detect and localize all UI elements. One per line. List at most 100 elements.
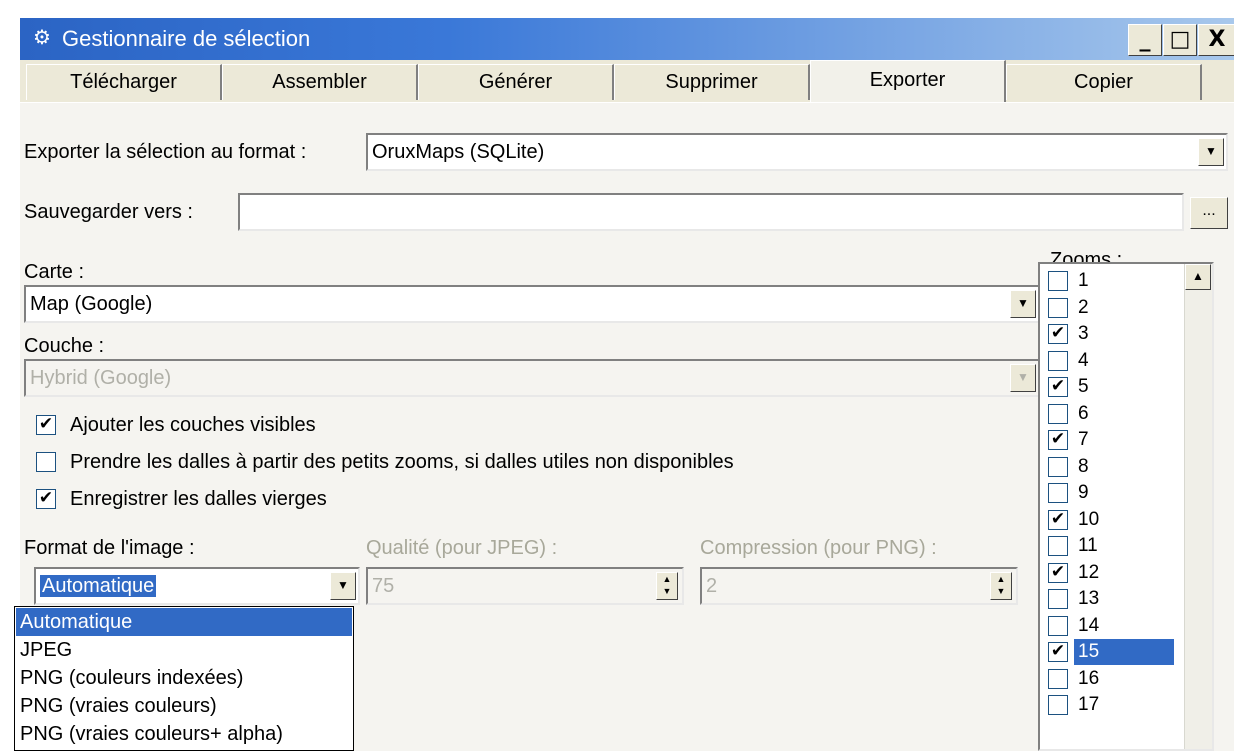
zoom-checkbox[interactable] [1048, 350, 1068, 371]
zoom-row[interactable]: 4 [1040, 348, 1174, 374]
option-checkbox-petits-zooms[interactable] [36, 452, 56, 472]
image-format-value: Automatique [40, 575, 157, 597]
dropdown-option-png-indexees[interactable]: PNG (couleurs indexées) [16, 664, 352, 692]
zoom-row[interactable]: 17 [1040, 692, 1174, 718]
export-format-dropdown-arrow[interactable]: ▼ [1198, 138, 1224, 166]
couche-value: Hybrid (Google) [30, 367, 172, 389]
zoom-level-label: 4 [1078, 349, 1089, 371]
zoom-checkbox[interactable]: ✔ [1048, 509, 1068, 530]
zoom-row[interactable]: 16 [1040, 666, 1174, 692]
zoom-row[interactable]: 2 [1040, 295, 1174, 321]
scroll-up-arrow[interactable]: ▲ [1185, 264, 1211, 290]
image-format-dropdown-arrow[interactable]: ▼ [330, 572, 356, 600]
option-checkbox-ajouter-couches[interactable]: ✔ [36, 415, 56, 435]
zoom-level-label: 7 [1078, 429, 1089, 450]
export-format-value: OruxMaps (SQLite) [372, 141, 545, 163]
zoom-level-label: 15 [1074, 639, 1174, 665]
zoom-checkbox[interactable] [1048, 615, 1068, 636]
compression-label: Compression (pour PNG) : [700, 537, 937, 559]
zoom-level-label: 10 [1078, 508, 1100, 530]
tab-supprimer[interactable]: Supprimer [614, 64, 810, 100]
tab-telecharger[interactable]: Télécharger [26, 64, 222, 100]
zoom-checkbox[interactable]: ✔ [1048, 430, 1068, 450]
carte-select[interactable]: Map (Google) [24, 285, 1040, 323]
zoom-row[interactable]: ✔ 7 [1040, 427, 1174, 453]
tab-generer[interactable]: Générer [418, 64, 614, 100]
tab-exporter[interactable]: Exporter [810, 60, 1006, 102]
zoom-level-label: 5 [1078, 376, 1089, 397]
zoom-level-label: 13 [1078, 588, 1100, 609]
zoom-checkbox[interactable] [1048, 483, 1068, 503]
zoom-checkbox[interactable] [1048, 271, 1068, 291]
couche-dropdown-arrow: ▼ [1010, 364, 1036, 392]
compression-spinner: ▲ ▼ [990, 572, 1012, 600]
zoom-level-label: 2 [1078, 296, 1089, 318]
zoom-scrollbar[interactable]: ▲ [1184, 264, 1212, 749]
zoom-row[interactable]: 11 [1040, 533, 1174, 559]
zoom-row[interactable]: ✔ 5 [1040, 374, 1174, 400]
app-gear-icon: ⚙ [33, 27, 51, 49]
zoom-row[interactable]: 14 [1040, 613, 1174, 639]
close-button[interactable]: X [1198, 24, 1234, 56]
zoom-level-label: 14 [1078, 614, 1100, 636]
image-format-label: Format de l'image : [24, 537, 195, 559]
zoom-checkbox[interactable] [1048, 589, 1068, 609]
export-format-select[interactable]: OruxMaps (SQLite) [366, 133, 1228, 171]
zoom-row[interactable]: 6 [1040, 401, 1174, 427]
compression-input: 2 [700, 567, 1018, 605]
zoom-checkbox[interactable]: ✔ [1048, 562, 1068, 583]
zoom-checkbox[interactable] [1048, 297, 1068, 318]
zoom-level-label: 3 [1078, 323, 1089, 344]
tab-bar: Télécharger Assembler Générer Supprimer … [20, 60, 1234, 102]
title-bar[interactable]: ⚙ Gestionnaire de sélection _ □ X [20, 18, 1234, 60]
zoom-level-label: 11 [1078, 535, 1098, 556]
zoom-level-label: 1 [1078, 270, 1089, 291]
zoom-list[interactable]: 1 2 ✔ 3 4 ✔ 5 6 ✔ 7 8 9 ✔ 10 11 ✔ 12 13 14 ✔ 15 16 17 ▲ [1038, 262, 1214, 751]
zoom-row[interactable]: 13 [1040, 586, 1174, 612]
zoom-row[interactable]: 9 [1040, 480, 1174, 506]
tab-copier[interactable]: Copier [1006, 64, 1202, 100]
quality-spinner: ▲ ▼ [656, 572, 678, 600]
zoom-checkbox[interactable] [1048, 668, 1068, 689]
zoom-level-label: 8 [1078, 455, 1089, 477]
zoom-level-label: 17 [1078, 694, 1100, 715]
zoom-checkbox[interactable] [1048, 536, 1068, 556]
image-format-select[interactable]: Automatique [34, 567, 360, 605]
tab-assembler[interactable]: Assembler [222, 64, 418, 100]
zoom-level-label: 9 [1078, 482, 1089, 503]
zoom-checkbox[interactable]: ✔ [1048, 642, 1068, 662]
minimize-button[interactable]: _ [1128, 24, 1162, 56]
zoom-checkbox[interactable] [1048, 403, 1068, 424]
export-format-label: Exporter la sélection au format : [24, 141, 307, 163]
option-checkbox-dalles-vierges[interactable]: ✔ [36, 489, 56, 509]
quality-label: Qualité (pour JPEG) : [366, 537, 558, 559]
zoom-row[interactable]: 8 [1040, 454, 1174, 480]
dropdown-option-jpeg[interactable]: JPEG [16, 636, 352, 664]
carte-label: Carte : [24, 261, 85, 283]
zoom-row[interactable]: ✔ 15 [1040, 639, 1174, 665]
browse-button[interactable]: ... [1190, 197, 1228, 229]
zoom-level-label: 12 [1078, 561, 1100, 583]
dropdown-option-png-vraies[interactable]: PNG (vraies couleurs) [16, 692, 352, 720]
couche-select: Hybrid (Google) [24, 359, 1040, 397]
zoom-row[interactable]: 1 [1040, 268, 1174, 294]
save-to-label: Sauvegarder vers : [24, 201, 193, 223]
carte-value: Map (Google) [30, 293, 153, 315]
zoom-row[interactable]: ✔ 12 [1040, 560, 1174, 586]
zoom-level-label: 16 [1078, 667, 1100, 689]
zoom-checkbox[interactable]: ✔ [1048, 377, 1068, 397]
carte-dropdown-arrow[interactable]: ▼ [1010, 290, 1036, 318]
quality-input: 75 [366, 567, 684, 605]
zoom-level-label: 6 [1078, 402, 1089, 424]
zoom-row[interactable]: ✔ 3 [1040, 321, 1174, 347]
zoom-checkbox[interactable]: ✔ [1048, 324, 1068, 344]
dropdown-option-png-alpha[interactable]: PNG (vraies couleurs+ alpha) [16, 720, 352, 748]
couche-label: Couche : [24, 335, 105, 357]
window-title: Gestionnaire de sélection [62, 26, 311, 51]
zoom-checkbox[interactable] [1048, 456, 1068, 477]
save-path-input[interactable] [238, 193, 1184, 231]
zoom-checkbox[interactable] [1048, 695, 1068, 715]
zoom-row[interactable]: ✔ 10 [1040, 507, 1174, 533]
maximize-button[interactable]: □ [1163, 24, 1197, 56]
dropdown-option-automatique[interactable]: Automatique [16, 608, 352, 636]
